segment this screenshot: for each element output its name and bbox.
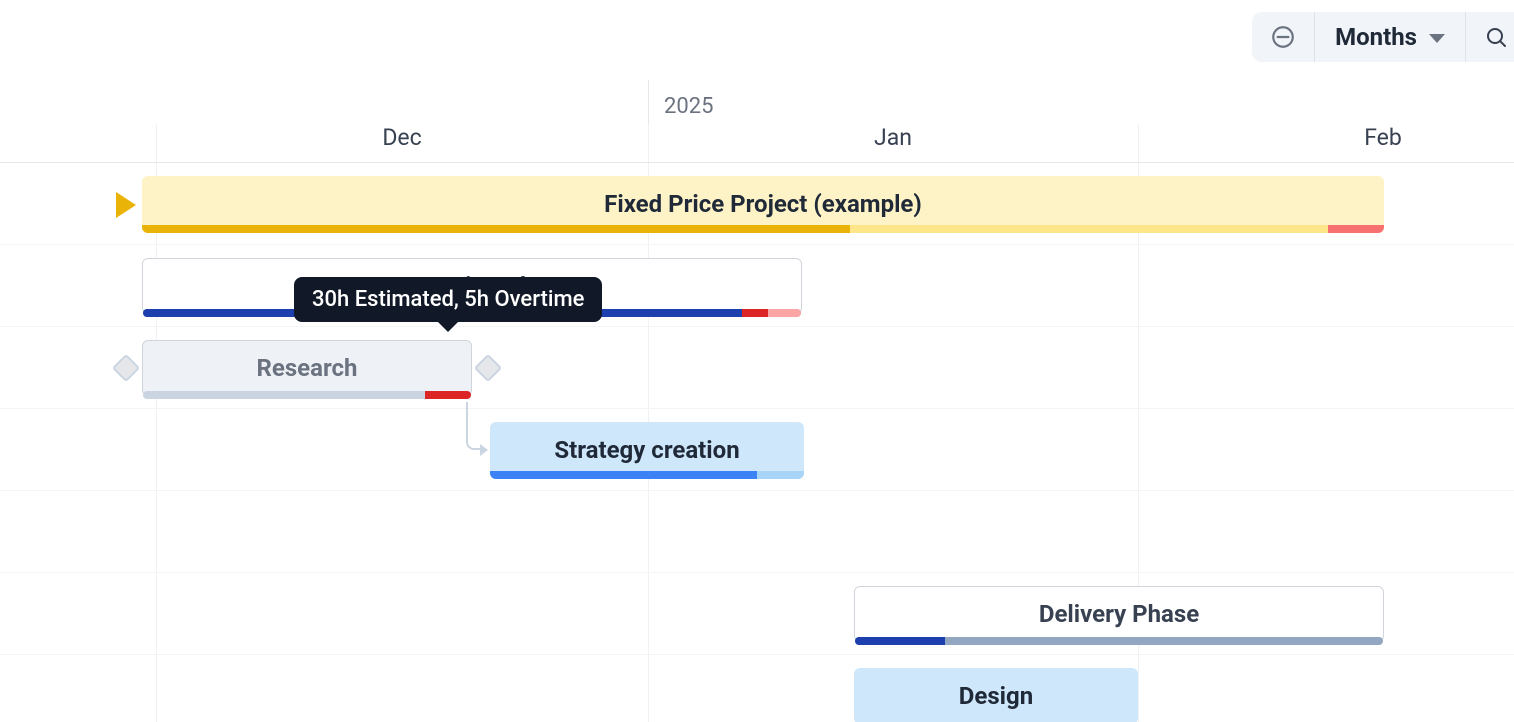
row-line: [0, 408, 1514, 409]
expand-arrow-icon[interactable]: [116, 192, 136, 218]
task-label: Design: [959, 682, 1033, 710]
task-label: Strategy creation: [554, 436, 739, 464]
month-cell-feb: Feb: [1138, 124, 1514, 151]
progress-track: [143, 391, 471, 399]
header-underline: [0, 162, 1514, 163]
resize-handle-right[interactable]: [474, 354, 502, 382]
dependency-connector: [466, 402, 484, 450]
progress-over: [425, 391, 471, 399]
dependency-arrow-icon: [480, 444, 488, 456]
gantt-timeline: 2025 Dec Jan Feb Fixed Price Project (ex…: [0, 80, 1514, 722]
project-bar-label: Fixed Price Project (example): [604, 190, 922, 218]
row-line: [0, 244, 1514, 245]
timescale-label: Months: [1335, 23, 1417, 51]
task-bar-research[interactable]: Research: [142, 340, 472, 396]
progress-done: [855, 637, 945, 645]
month-cell-jan: Jan: [648, 124, 1138, 151]
phase-label: Delivery Phase: [1039, 600, 1199, 628]
progress-over: [1328, 225, 1384, 233]
progress-track: [142, 225, 1384, 233]
timescale-select[interactable]: Months: [1315, 12, 1466, 62]
row-line: [0, 490, 1514, 491]
progress-track: [490, 471, 804, 479]
month-cell-dec: Dec: [156, 124, 648, 151]
month-header-row: Dec Jan Feb: [0, 124, 1514, 166]
task-label: Research: [257, 354, 358, 382]
year-label: 2025: [664, 94, 713, 119]
row-line: [0, 326, 1514, 327]
phase-bar-delivery[interactable]: Delivery Phase: [854, 586, 1384, 642]
search-button[interactable]: [1466, 12, 1514, 62]
chevron-down-icon: [1429, 34, 1445, 43]
progress-track: [855, 637, 1383, 645]
resize-handle-left[interactable]: [112, 354, 140, 382]
progress-done: [142, 225, 850, 233]
row-line: [0, 572, 1514, 573]
comments-button[interactable]: [1252, 12, 1315, 62]
task-bar-strategy[interactable]: Strategy creation: [490, 422, 804, 478]
progress-done: [490, 471, 757, 479]
tooltip-text: 30h Estimated, 5h Overtime: [312, 287, 584, 312]
progress-over-light: [768, 309, 801, 317]
project-bar[interactable]: Fixed Price Project (example): [142, 176, 1384, 232]
progress-over: [742, 309, 768, 317]
task-bar-design[interactable]: Design: [854, 668, 1138, 722]
hover-tooltip: 30h Estimated, 5h Overtime: [294, 277, 602, 322]
view-toolbar: Months: [1252, 12, 1514, 62]
row-line: [0, 654, 1514, 655]
